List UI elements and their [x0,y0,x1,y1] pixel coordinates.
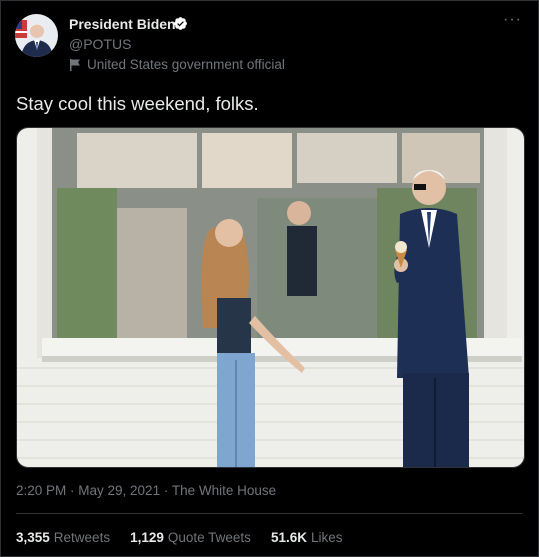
retweets-label: Retweets [53,530,111,545]
meta-separator: · [160,483,172,498]
quotes-stat[interactable]: 1,129 Quote Tweets [130,530,251,545]
avatar[interactable] [15,14,58,57]
handle[interactable]: @POTUS [69,36,131,52]
tweet-text: Stay cool this weekend, folks. [16,93,259,114]
likes-stat[interactable]: 51.6K Likes [271,530,343,545]
retweets-count: 3,355 [16,530,50,545]
likes-label: Likes [310,530,343,545]
divider-top [16,513,523,514]
photo-image [17,128,524,467]
government-label-text: United States government official [87,57,285,72]
avatar-image [15,14,58,57]
tweet-timestamp[interactable]: 2:20 PM · May 29, 2021 [16,483,160,498]
engagement-stats: 3,355 Retweets 1,129 Quote Tweets 51.6K … [16,530,342,545]
display-name[interactable]: President Biden [69,16,176,32]
quotes-count: 1,129 [130,530,164,545]
government-label: United States government official [69,57,285,72]
quotes-label: Quote Tweets [167,530,251,545]
tweet-source[interactable]: The White House [172,483,276,498]
tweet-meta: 2:20 PM · May 29, 2021 · The White House [16,483,276,498]
retweets-stat[interactable]: 3,355 Retweets [16,530,110,545]
tweet-card: President Biden @POTUS United States gov… [0,0,539,557]
flag-icon [70,59,80,71]
verified-badge-icon [174,17,187,30]
more-options-icon[interactable]: ··· [503,11,522,29]
likes-count: 51.6K [270,530,307,545]
tweet-photo[interactable] [16,127,525,468]
